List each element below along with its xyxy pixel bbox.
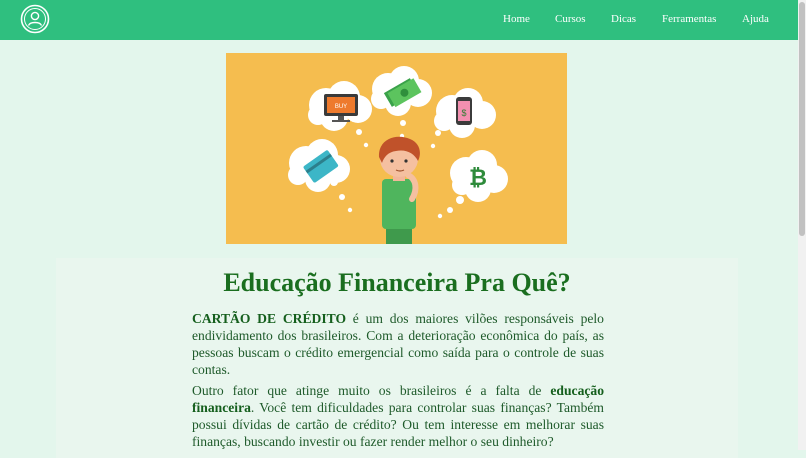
nav-home[interactable]: Home	[503, 13, 530, 25]
article-card: Educação Financeira Pra Quê? CARTÃO DE C…	[56, 258, 738, 458]
top-navbar: Home Cursos Dicas Ferramentas Ajuda	[0, 0, 798, 40]
article-title: Educação Financeira Pra Quê?	[223, 268, 571, 297]
nav-ferramentas[interactable]: Ferramentas	[662, 13, 716, 25]
nav-ajuda[interactable]: Ajuda	[742, 13, 769, 25]
article-paragraph-2: Outro fator que atinge muito os brasilei…	[192, 382, 604, 450]
article-paragraph-1: CARTÃO DE CRÉDITO é um dos maiores vilõe…	[192, 310, 604, 378]
scrollbar-thumb[interactable]	[799, 2, 805, 236]
paragraph-2-text-a: Outro fator que atinge muito os brasilei…	[192, 383, 551, 398]
highlight-cartao: CARTÃO DE CRÉDITO	[192, 311, 347, 326]
svg-text:₿: ₿	[469, 166, 487, 191]
page-scrollbar[interactable]	[798, 0, 806, 450]
svg-text:BUY: BUY	[335, 104, 347, 110]
paragraph-2-text-b: . Você tem dificuldades para controlar s…	[192, 400, 604, 449]
nav-dicas[interactable]: Dicas	[611, 13, 636, 25]
thinking-person	[378, 136, 420, 244]
hero-illustration: BUY $ ₿	[226, 53, 567, 244]
nav-menu: Home Cursos Dicas Ferramentas Ajuda	[0, 0, 798, 40]
svg-text:$: $	[461, 108, 466, 118]
nav-cursos[interactable]: Cursos	[555, 13, 586, 25]
